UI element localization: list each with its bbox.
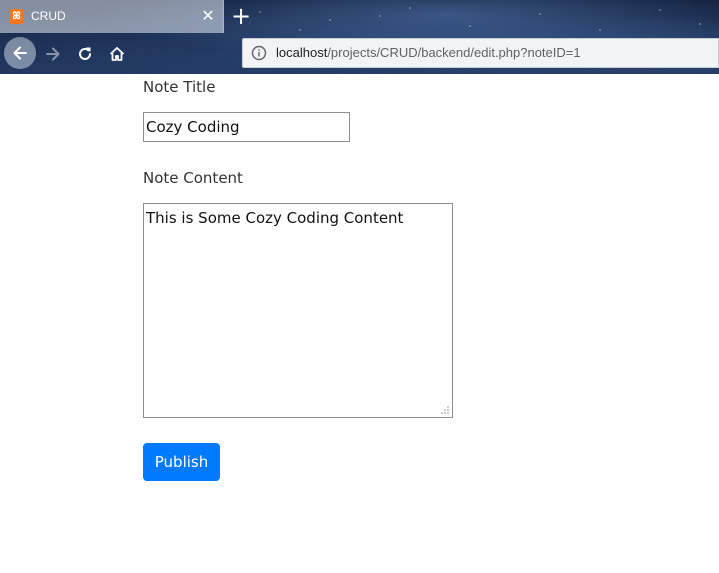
reload-icon [79,47,91,60]
address-bar[interactable]: localhost/projects/CRUD/backend/edit.php… [242,38,719,68]
url-host: localhost [276,45,328,60]
note-content-label: Note Content [143,169,243,187]
home-icon [109,47,125,61]
back-button[interactable] [4,37,36,69]
browser-tab[interactable]: ꕤ CRUD ✕ [0,0,224,33]
browser-chrome: ꕤ CRUD ✕ + localhost/projects/CRUD/backe… [0,0,719,74]
reload-button[interactable] [70,39,100,69]
url-path: /projects/CRUD/backend/edit.php?noteID=1 [327,45,581,60]
forward-icon [46,47,60,61]
forward-button[interactable] [38,39,68,69]
note-title-label: Note Title [143,78,216,96]
publish-button[interactable]: Publish [143,443,220,481]
resize-grip-icon[interactable] [440,405,450,415]
tab-title: CRUD [31,9,66,23]
new-tab-icon[interactable]: + [228,3,254,29]
xampp-favicon-icon: ꕤ [9,9,24,24]
home-button[interactable] [102,39,132,69]
note-title-input[interactable] [143,112,350,142]
info-icon[interactable] [251,45,267,61]
close-tab-icon[interactable]: ✕ [198,6,218,26]
url-text[interactable]: localhost/projects/CRUD/backend/edit.php… [276,45,581,60]
back-icon [13,46,27,60]
note-content-textarea[interactable]: This is Some Cozy Coding Content [143,203,453,418]
